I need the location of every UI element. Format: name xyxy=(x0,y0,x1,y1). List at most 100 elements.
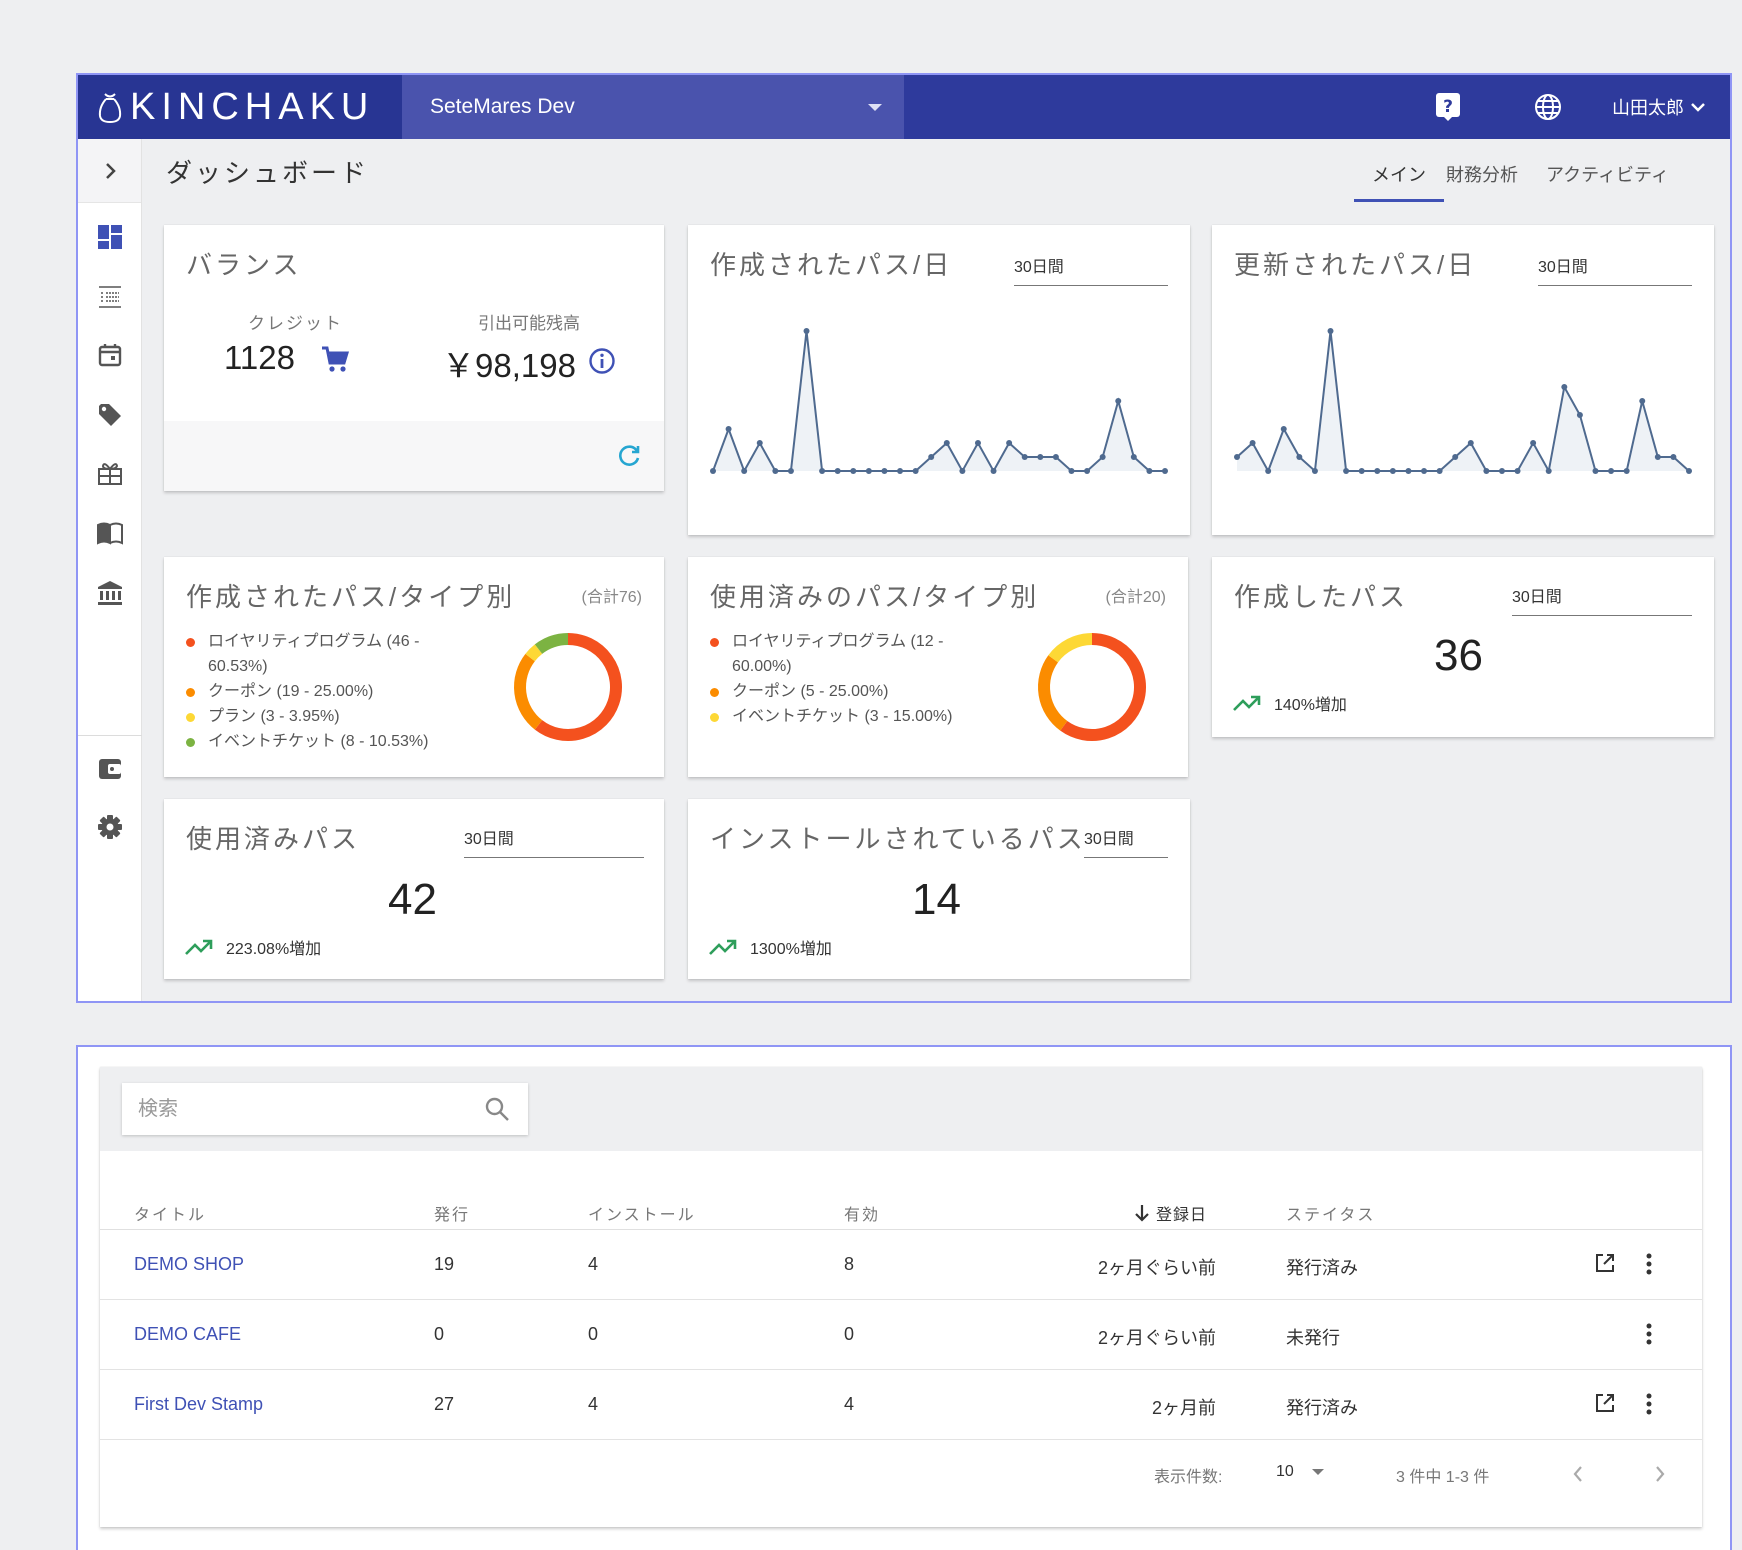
updated-per-day-period-select[interactable]: 30日間 xyxy=(1538,253,1692,286)
chart-point xyxy=(928,454,935,460)
balance-card: バランス クレジット 1128 引出可能残高 ￥98,198 xyxy=(164,225,664,491)
next-page-icon[interactable] xyxy=(1654,1465,1666,1483)
sidebar-toggle-button[interactable] xyxy=(78,139,141,203)
chart-point xyxy=(1374,468,1381,474)
svg-text:?: ? xyxy=(1443,97,1453,117)
installed-passes-value: 14 xyxy=(912,875,961,924)
pass-title-link[interactable]: DEMO SHOP xyxy=(134,1254,244,1275)
donut-slice xyxy=(534,633,569,655)
created-passes-trend-label: 140%増加 xyxy=(1274,697,1347,714)
open-external-icon[interactable] xyxy=(1594,1392,1616,1414)
search-icon[interactable] xyxy=(484,1096,510,1122)
user-menu[interactable]: 山田太郎 xyxy=(1612,75,1706,139)
refresh-icon[interactable] xyxy=(616,443,642,469)
chart-point xyxy=(1561,384,1568,390)
installed-cell: 4 xyxy=(588,1254,599,1274)
chart-point xyxy=(787,468,794,474)
tab-financial-analysis[interactable]: 財務分析 xyxy=(1446,161,1518,187)
pass-title-link[interactable]: DEMO CAFE xyxy=(134,1324,241,1345)
created-passes-trend: 140%増加 xyxy=(1232,691,1347,715)
chart-point xyxy=(741,468,748,474)
column-header-registered-date[interactable]: 登録日 xyxy=(1134,1201,1207,1225)
sidebar-item-guide[interactable] xyxy=(92,515,128,551)
registered-date-label: 登録日 xyxy=(1156,1207,1208,1224)
installed-passes-trend-label: 1300%増加 xyxy=(750,941,832,958)
chart-point xyxy=(1249,440,1256,446)
project-selector[interactable]: SeteMares Dev xyxy=(402,75,904,139)
pass-title-link[interactable]: First Dev Stamp xyxy=(134,1394,263,1415)
trending-up-icon xyxy=(185,939,213,955)
search-input[interactable] xyxy=(138,1095,458,1123)
sidebar-item-dashboard[interactable] xyxy=(92,219,128,255)
search-box xyxy=(122,1083,528,1135)
installed-passes-card: インストールされているパス 30日間 14 1300%増加 xyxy=(688,799,1190,979)
passes-table-card: タイトル 発行 インストール 有効 登録日 ステイタス DEMO SHOP 19… xyxy=(100,1067,1702,1527)
chevron-right-icon xyxy=(105,162,116,179)
chart-point xyxy=(725,426,732,432)
trending-up-icon xyxy=(709,939,737,955)
chart-point xyxy=(1452,454,1459,460)
chart-point xyxy=(1686,468,1692,474)
legend-dot xyxy=(710,638,719,647)
withdrawable-value: ￥98,198 xyxy=(442,347,576,384)
info-icon[interactable] xyxy=(588,347,616,375)
legend-item: ロイヤリティプログラム (12 - 60.00%) xyxy=(710,629,970,679)
column-header-title[interactable]: タイトル xyxy=(134,1201,206,1225)
page-title: ダッシュボード xyxy=(166,158,370,188)
chart-point xyxy=(1052,454,1059,460)
sidebar-item-wallet[interactable] xyxy=(92,751,128,787)
prev-page-icon[interactable] xyxy=(1572,1465,1584,1483)
more-vert-icon[interactable] xyxy=(1644,1322,1654,1346)
chart-point xyxy=(1654,454,1661,460)
column-header-status[interactable]: ステイタス xyxy=(1286,1201,1375,1225)
created-per-day-period-select[interactable]: 30日間 xyxy=(1014,253,1168,286)
sidebar-item-calendar[interactable] xyxy=(92,337,128,373)
open-external-icon[interactable] xyxy=(1594,1252,1616,1274)
sidebar-divider xyxy=(78,735,142,736)
chart-point xyxy=(1530,440,1537,446)
cart-icon[interactable] xyxy=(320,345,350,375)
column-header-issued[interactable]: 発行 xyxy=(434,1201,470,1225)
table-row[interactable]: First Dev Stamp 27 4 4 2ヶ月前 発行済み xyxy=(100,1370,1702,1440)
sidebar-item-settings[interactable] xyxy=(92,809,128,845)
registered-date-cell: 2ヶ月前 xyxy=(1151,1398,1216,1418)
chart-point xyxy=(1130,454,1137,460)
chart-point xyxy=(756,440,763,446)
chart-line xyxy=(712,330,1165,474)
chart-point xyxy=(1639,398,1646,404)
created-by-type-legend: ロイヤリティプログラム (46 - 60.53%) クーポン (19 - 25.… xyxy=(186,629,446,754)
sidebar-item-finance[interactable] xyxy=(92,575,128,611)
table-row[interactable]: DEMO SHOP 19 4 8 2ヶ月ぐらい前 発行済み xyxy=(100,1230,1702,1300)
column-header-installed[interactable]: インストール xyxy=(588,1201,696,1225)
donut-slice xyxy=(514,653,543,730)
language-button[interactable] xyxy=(1530,89,1566,125)
sidebar-item-list[interactable] xyxy=(92,279,128,315)
trending-up-icon xyxy=(1233,695,1261,711)
table-row[interactable]: DEMO CAFE 0 0 0 2ヶ月ぐらい前 未発行 xyxy=(100,1300,1702,1370)
used-by-type-total: (合計20) xyxy=(1105,589,1166,606)
tab-activity[interactable]: アクティビティ xyxy=(1546,161,1669,187)
sidebar-item-tags[interactable] xyxy=(92,397,128,433)
chart-point xyxy=(834,468,841,474)
app-logo[interactable]: KINCHAKU xyxy=(78,75,402,139)
rows-per-page-select[interactable]: 10 xyxy=(1276,1463,1324,1481)
used-passes-period-select[interactable]: 30日間 xyxy=(464,825,644,858)
help-button[interactable]: ? xyxy=(1430,89,1466,125)
dashboard-frame: KINCHAKU SeteMares Dev ? 山田太郎 ダッシュボード メイ… xyxy=(76,73,1732,1003)
installed-passes-trend: 1300%増加 xyxy=(708,935,832,959)
registered-date-cell: 2ヶ月ぐらい前 xyxy=(1097,1258,1216,1278)
more-vert-icon[interactable] xyxy=(1644,1252,1654,1276)
created-passes-period-select[interactable]: 30日間 xyxy=(1512,583,1692,616)
used-by-type-legend: ロイヤリティプログラム (12 - 60.00%) クーポン (5 - 25.0… xyxy=(710,629,970,729)
chart-point xyxy=(943,440,950,446)
chart-point xyxy=(912,468,919,474)
sidebar-item-gifts[interactable] xyxy=(92,455,128,491)
legend-dot xyxy=(186,638,195,647)
used-passes-trend-label: 223.08%増加 xyxy=(226,941,322,958)
chart-point xyxy=(1265,468,1272,474)
more-vert-icon[interactable] xyxy=(1644,1392,1654,1416)
created-by-type-total: (合計76) xyxy=(581,589,642,606)
installed-passes-period-select[interactable]: 30日間 xyxy=(1084,825,1168,858)
column-header-active[interactable]: 有効 xyxy=(844,1201,880,1225)
tab-main[interactable]: メイン xyxy=(1372,161,1426,187)
